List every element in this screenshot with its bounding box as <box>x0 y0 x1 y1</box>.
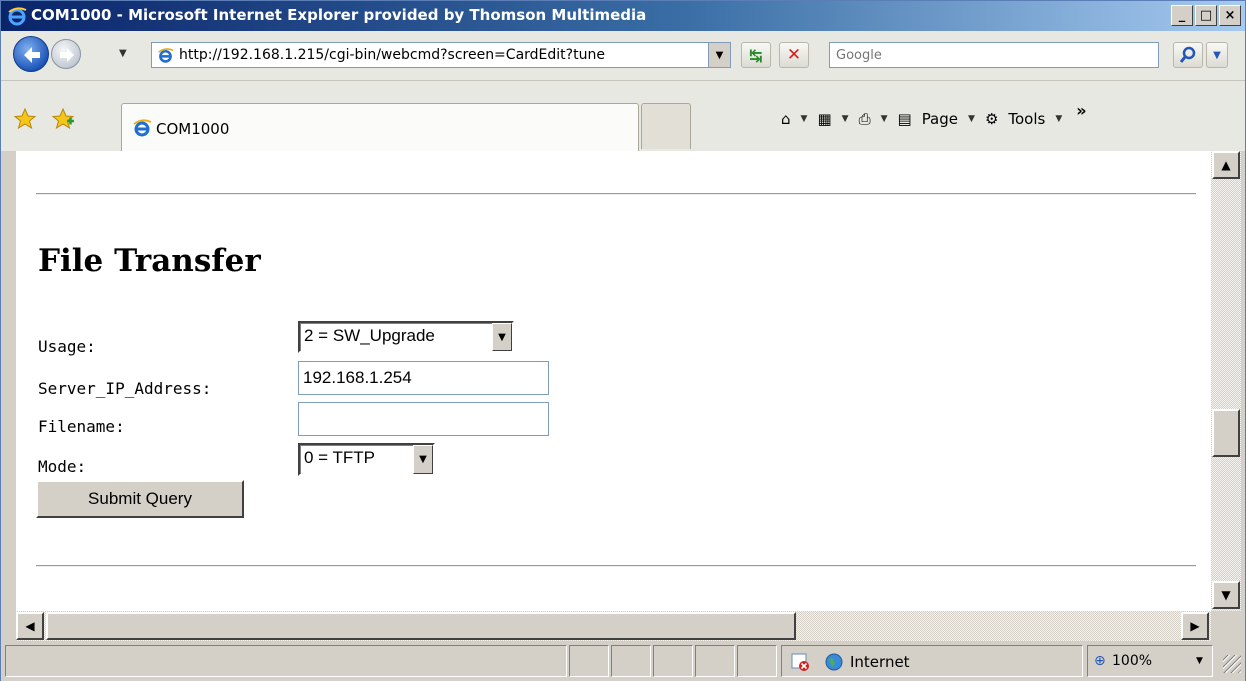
submit-query-button[interactable]: Submit Query <box>36 480 244 518</box>
filename-field[interactable] <box>298 402 549 436</box>
popup-blocked-icon <box>791 653 809 671</box>
usage-label: Usage: <box>38 337 96 356</box>
tools-dropdown-icon[interactable]: ▼ <box>1055 114 1062 124</box>
top-divider <box>36 193 1196 195</box>
server-ip-field[interactable] <box>298 361 549 395</box>
tab-toolbar: COM1000 ⌂ ▼ ▦ ▼ ⎙ ▼ ▤ Page ▼ ⚙ Tools ▼ » <box>1 81 1245 151</box>
feeds-icon[interactable]: ▦ <box>817 110 831 128</box>
refresh-icon: ↹ <box>749 45 763 65</box>
tab-label: COM1000 <box>156 120 230 138</box>
mode-select[interactable]: 0 = TFTP ▼ <box>298 443 435 476</box>
home-icon[interactable]: ⌂ <box>781 110 791 128</box>
forward-button[interactable] <box>51 39 81 69</box>
arrow-right-icon: ▶ <box>1190 619 1200 633</box>
page-dropdown-icon[interactable]: ▼ <box>968 114 975 124</box>
scroll-down-button[interactable]: ▼ <box>1212 581 1240 609</box>
arrow-down-icon: ▼ <box>1221 588 1231 602</box>
zoom-label: 100% <box>1112 653 1153 669</box>
recent-pages-dropdown-icon[interactable]: ▼ <box>119 48 127 59</box>
usage-value: 2 = SW_Upgrade <box>304 326 435 345</box>
status-pane <box>611 645 651 677</box>
home-dropdown-icon[interactable]: ▼ <box>801 114 808 124</box>
ie-logo-icon <box>8 7 27 26</box>
tab-ie-icon <box>133 119 152 137</box>
horizontal-scrollbar[interactable]: ◀ ▶ <box>16 611 1211 641</box>
search-box[interactable] <box>829 42 1159 68</box>
stop-icon: ✕ <box>786 45 802 65</box>
server-ip-label: Server_IP_Address: <box>38 379 212 398</box>
close-button[interactable]: × <box>1219 5 1241 26</box>
zoom-control[interactable]: ⊕ 100% ▼ <box>1087 645 1213 677</box>
browser-window: COM1000 - Microsoft Internet Explorer pr… <box>0 0 1246 681</box>
page-viewport: File Transfer Usage: 2 = SW_Upgrade ▼ Se… <box>16 151 1211 611</box>
back-button[interactable] <box>13 36 49 72</box>
resize-grip-icon[interactable] <box>1223 655 1241 673</box>
address-toolbar: ▼ http://192.168.1.215/cgi-bin/webcmd?sc… <box>1 31 1245 81</box>
address-dropdown-icon[interactable]: ▼ <box>708 43 730 67</box>
arrow-up-icon: ▲ <box>1221 158 1231 172</box>
horizontal-scroll-thumb[interactable] <box>46 612 796 640</box>
magnifier-icon <box>1179 46 1196 63</box>
status-text-pane <box>5 645 567 677</box>
tools-gear-icon: ⚙ <box>984 109 999 128</box>
search-input[interactable] <box>836 44 1156 66</box>
window-title: COM1000 - Microsoft Internet Explorer pr… <box>31 6 647 24</box>
filename-input[interactable] <box>299 403 548 435</box>
stop-button[interactable]: ✕ <box>779 42 809 68</box>
vertical-scrollbar[interactable]: ▲ ▼ <box>1211 151 1241 611</box>
scroll-corner <box>1211 611 1241 641</box>
page-title: File Transfer <box>38 243 261 279</box>
scroll-right-button[interactable]: ▶ <box>1181 612 1209 640</box>
tools-menu-button[interactable]: Tools <box>1008 110 1045 128</box>
vertical-scroll-thumb[interactable] <box>1212 409 1240 457</box>
search-options-dropdown-icon[interactable]: ▼ <box>1206 42 1228 68</box>
chevron-down-icon: ▼ <box>413 445 433 474</box>
scroll-left-button[interactable]: ◀ <box>16 612 44 640</box>
feeds-dropdown-icon[interactable]: ▼ <box>842 114 849 124</box>
page-menu-button[interactable]: Page <box>922 110 958 128</box>
minimize-button[interactable]: _ <box>1171 5 1193 26</box>
mode-label: Mode: <box>38 457 87 476</box>
scroll-up-button[interactable]: ▲ <box>1212 151 1240 179</box>
zoom-dropdown-icon[interactable]: ▼ <box>1196 656 1203 666</box>
address-bar[interactable]: http://192.168.1.215/cgi-bin/webcmd?scre… <box>151 42 731 68</box>
refresh-button[interactable]: ↹ <box>741 42 771 68</box>
print-icon[interactable]: ⎙ <box>859 110 871 128</box>
print-dropdown-icon[interactable]: ▼ <box>881 114 888 124</box>
tab-com1000[interactable]: COM1000 <box>121 103 639 151</box>
title-bar: COM1000 - Microsoft Internet Explorer pr… <box>1 1 1245 31</box>
arrow-left-icon: ◀ <box>25 619 35 633</box>
chevron-down-icon: ▼ <box>492 323 512 351</box>
zoom-icon: ⊕ <box>1094 653 1106 669</box>
page-icon: ▤ <box>897 109 912 128</box>
server-ip-input[interactable] <box>299 362 548 394</box>
maximize-button[interactable]: □ <box>1195 5 1217 26</box>
command-bar: ⌂ ▼ ▦ ▼ ⎙ ▼ ▤ Page ▼ ⚙ Tools ▼ » <box>781 101 1087 128</box>
usage-select[interactable]: 2 = SW_Upgrade ▼ <box>298 321 514 353</box>
window-controls: _ □ × <box>1171 5 1241 26</box>
status-pane <box>695 645 735 677</box>
status-pane <box>569 645 609 677</box>
arrow-left-icon <box>24 47 40 63</box>
favorites-star-icon[interactable] <box>13 107 37 131</box>
address-url: http://192.168.1.215/cgi-bin/webcmd?scre… <box>179 47 605 63</box>
search-button[interactable] <box>1173 42 1203 68</box>
mode-value: 0 = TFTP <box>304 448 376 467</box>
add-favorites-icon[interactable] <box>51 107 75 131</box>
zone-label: Internet <box>850 653 910 671</box>
bottom-divider <box>36 565 1196 567</box>
page-ie-icon <box>158 48 174 63</box>
filename-label: Filename: <box>38 417 125 436</box>
status-pane <box>737 645 777 677</box>
status-pane <box>653 645 693 677</box>
status-bar: Internet ⊕ 100% ▼ <box>1 641 1245 681</box>
more-commands-icon[interactable]: » <box>1076 101 1086 120</box>
new-tab-button[interactable] <box>641 103 691 149</box>
arrow-right-icon <box>60 48 74 62</box>
security-zone[interactable]: Internet <box>781 645 1083 677</box>
globe-icon <box>825 653 843 671</box>
